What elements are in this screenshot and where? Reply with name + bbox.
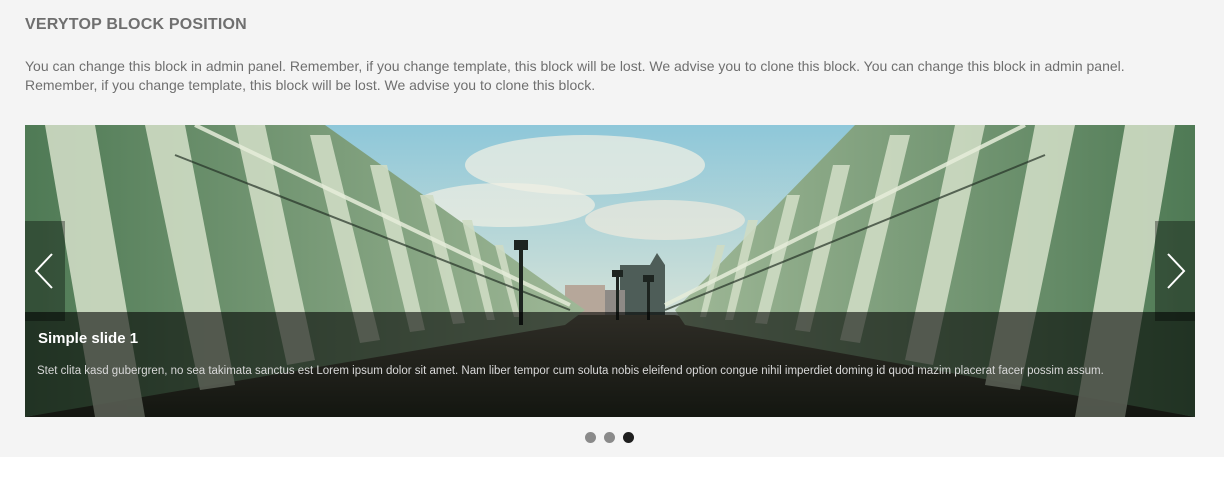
slider-pagination — [585, 432, 634, 443]
block-description: You can change this block in admin panel… — [25, 58, 1125, 93]
verytop-block: VERYTOP BLOCK POSITION You can change th… — [0, 0, 1224, 457]
slide-caption: Simple slide 1 Stet clita kasd gubergren… — [25, 312, 1195, 417]
block-title: VERYTOP BLOCK POSITION — [25, 16, 247, 33]
slider-dot-2[interactable] — [604, 432, 615, 443]
slider-dot-1[interactable] — [585, 432, 596, 443]
slider-dot-3[interactable] — [623, 432, 634, 443]
slide-caption-title: Simple slide 1 — [38, 330, 139, 347]
chevron-right-icon — [1167, 253, 1186, 289]
slide-caption-text: Stet clita kasd gubergren, no sea takima… — [37, 365, 1104, 377]
slider-next-button[interactable] — [1155, 221, 1195, 321]
slider-prev-button[interactable] — [25, 221, 65, 321]
chevron-left-icon — [34, 253, 53, 289]
image-slider[interactable]: Simple slide 1 Stet clita kasd gubergren… — [25, 125, 1195, 417]
